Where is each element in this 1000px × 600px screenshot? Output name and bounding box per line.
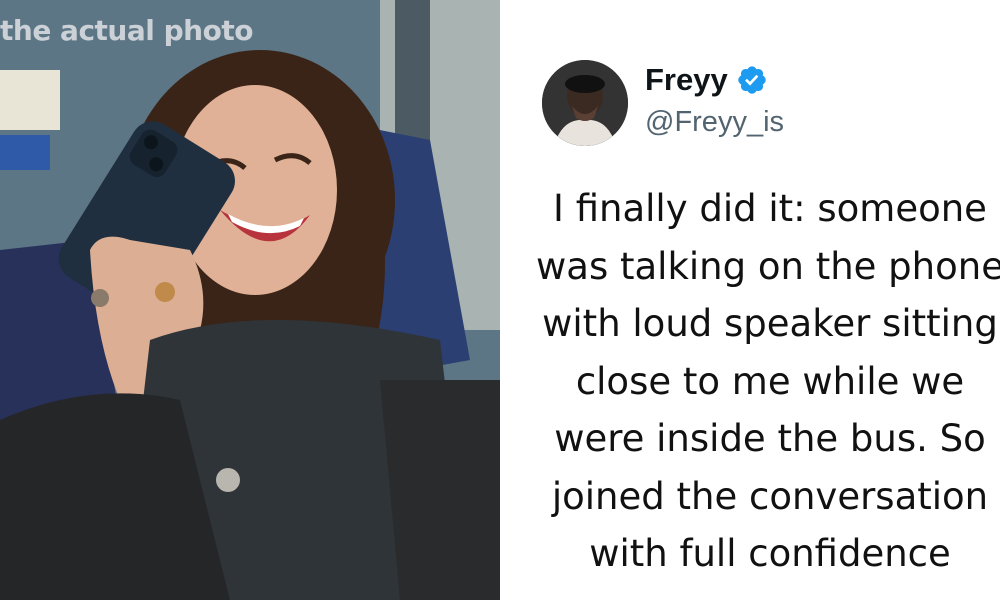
verified-badge-icon [736, 64, 768, 96]
avatar[interactable] [542, 60, 628, 146]
tweet-line: with full confidence [589, 532, 951, 575]
display-name-text: Freyy [645, 62, 728, 97]
tweet-line: I finally did it: someone [553, 187, 987, 230]
photo-caption: the actual photo [0, 14, 253, 47]
tweet-line: was talking on the phone [536, 244, 1000, 288]
tweet-card: Freyy @Freyy_is I finally did it: someon… [500, 0, 1000, 600]
tweet-line: joined the conversation [551, 474, 989, 518]
display-name[interactable]: Freyy [645, 62, 768, 98]
user-handle[interactable]: @Freyy_is [645, 106, 784, 139]
tweet-line: close to me while we [575, 359, 965, 403]
tweet-body: I finally did it: someone was talking on… [520, 180, 1000, 583]
tweet-line: with loud speaker sitting [542, 302, 998, 345]
avatar-image [542, 60, 628, 146]
woman-on-phone-photo [0, 0, 500, 600]
tweet-line: were inside the bus. So [554, 417, 986, 460]
photo-panel: the actual photo [0, 0, 500, 600]
